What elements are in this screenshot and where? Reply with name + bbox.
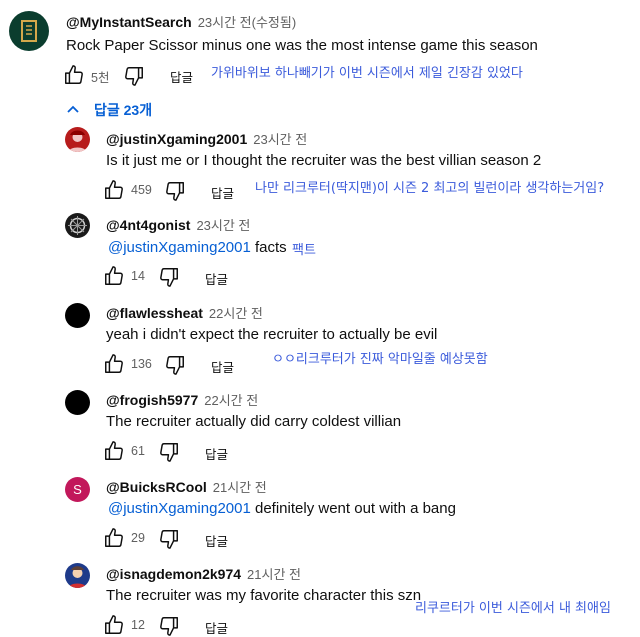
avatar[interactable] — [65, 303, 90, 328]
like-count: 61 — [131, 444, 145, 458]
like-button[interactable] — [103, 265, 125, 287]
avatar-image-icon — [68, 130, 87, 152]
avatar-image-icon — [68, 216, 87, 235]
translation-annotation: 가위바위보 하나빼기가 이번 시즌에서 제일 긴장감 있었다 — [211, 66, 523, 81]
dislike-button[interactable] — [158, 441, 180, 463]
reply-author[interactable]: @4nt4gonist — [106, 217, 190, 233]
like-count: 14 — [131, 269, 145, 283]
like-count: 29 — [131, 531, 145, 545]
reply-author[interactable]: @frogish5977 — [106, 392, 198, 408]
avatar[interactable] — [65, 213, 90, 238]
thumbs-up-icon — [105, 180, 123, 199]
dislike-button[interactable] — [158, 528, 180, 550]
channel-logo-icon — [21, 20, 37, 42]
reply-time[interactable]: 23시간 전 — [196, 218, 250, 233]
comment-header: @MyInstantSearch 23시간 전(수정됨) — [66, 12, 296, 32]
reply-author[interactable]: @BuicksRCool — [106, 479, 207, 495]
thumbs-up-icon — [105, 266, 123, 285]
reply-button[interactable]: 답글 — [211, 183, 234, 202]
reply-time[interactable]: 21시간 전 — [213, 480, 267, 495]
reply-text: yeah i didn't expect the recruiter to ac… — [106, 326, 438, 343]
dislike-button[interactable] — [158, 266, 180, 288]
reply-text-body: definitely went out with a bang — [255, 500, 456, 517]
like-count: 459 — [131, 183, 152, 197]
avatar[interactable]: S — [65, 477, 90, 502]
like-count: 5천 — [91, 71, 110, 85]
reply-author[interactable]: @justinXgaming2001 — [106, 131, 247, 147]
reply-text: Is it just me or I thought the recruiter… — [106, 152, 542, 169]
dislike-button[interactable] — [164, 354, 186, 376]
comment-text: Rock Paper Scissor minus one was the mos… — [66, 37, 538, 54]
replies-toggle[interactable]: 답글 23개 — [66, 100, 152, 120]
avatar[interactable] — [65, 127, 90, 152]
dislike-button[interactable] — [158, 615, 180, 637]
mention-link[interactable]: @justinXgaming2001 — [108, 500, 251, 517]
thumbs-down-icon — [160, 443, 178, 462]
thumbs-down-icon — [160, 268, 178, 287]
thumbs-down-icon — [125, 67, 143, 86]
thumbs-down-icon — [160, 617, 178, 636]
chevron-up-icon — [67, 105, 79, 113]
comment-author[interactable]: @MyInstantSearch — [66, 14, 192, 30]
translation-annotation: 팩트 — [292, 243, 316, 258]
reply-header: @BuicksRCool 21시간 전 — [106, 477, 267, 497]
reply-button[interactable]: 답글 — [205, 618, 228, 637]
reply-author[interactable]: @flawlessheat — [106, 305, 203, 321]
like-button[interactable] — [103, 527, 125, 549]
translation-annotation: ㅇㅇ리크루터가 진짜 악마일줄 예상못함 — [272, 352, 488, 367]
reply-text-body: facts — [255, 239, 287, 256]
reply-button[interactable]: 답글 — [211, 357, 234, 376]
avatar[interactable] — [9, 11, 49, 51]
dislike-button[interactable] — [164, 180, 186, 202]
thumbs-up-icon — [105, 441, 123, 460]
reply-header: @flawlessheat 22시간 전 — [106, 303, 263, 323]
like-button[interactable] — [103, 440, 125, 462]
like-button[interactable] — [103, 614, 125, 636]
reply-button[interactable]: 답글 — [170, 67, 193, 86]
dislike-button[interactable] — [123, 65, 145, 87]
like-count: 12 — [131, 618, 145, 632]
like-button[interactable] — [103, 353, 125, 375]
avatar-letter: S — [73, 482, 82, 497]
thumbs-up-icon — [105, 615, 123, 634]
thumbs-up-icon — [105, 354, 123, 373]
reply-author[interactable]: @isnagdemon2k974 — [106, 566, 241, 582]
like-count: 136 — [131, 357, 152, 371]
thumbs-up-icon — [65, 65, 83, 84]
reply-text: @justinXgaming2001 definitely went out w… — [108, 500, 456, 517]
replies-count-label: 답글 23개 — [94, 102, 153, 118]
reply-time[interactable]: 21시간 전 — [247, 567, 301, 582]
thumbs-down-icon — [166, 182, 184, 201]
thumbs-down-icon — [166, 356, 184, 375]
avatar-image-icon — [68, 566, 87, 588]
reply-header: @frogish5977 22시간 전 — [106, 390, 258, 410]
thumbs-down-icon — [160, 530, 178, 549]
avatar[interactable] — [65, 563, 90, 588]
reply-button[interactable]: 답글 — [205, 269, 228, 288]
reply-header: @justinXgaming2001 23시간 전 — [106, 129, 307, 149]
translation-annotation: 리쿠르터가 이번 시즌에서 내 최애임 — [415, 601, 611, 616]
reply-header: @4nt4gonist 23시간 전 — [106, 215, 250, 235]
thumbs-up-icon — [105, 528, 123, 547]
reply-text: The recruiter was my favorite character … — [106, 587, 422, 604]
reply-button[interactable]: 답글 — [205, 531, 228, 550]
like-button[interactable] — [103, 179, 125, 201]
reply-time[interactable]: 22시간 전 — [204, 393, 258, 408]
like-button[interactable] — [63, 64, 85, 86]
translation-annotation: 나만 리크루터(딱지맨)이 시즌 2 최고의 빌런이라 생각하는거임? — [255, 181, 605, 196]
mention-link[interactable]: @justinXgaming2001 — [108, 239, 251, 256]
reply-text: @justinXgaming2001 facts — [108, 239, 287, 256]
reply-header: @isnagdemon2k974 21시간 전 — [106, 564, 301, 584]
reply-text: The recruiter actually did carry coldest… — [106, 413, 402, 430]
reply-time[interactable]: 22시간 전 — [209, 306, 263, 321]
reply-button[interactable]: 답글 — [205, 444, 228, 463]
reply-time[interactable]: 23시간 전 — [253, 132, 307, 147]
avatar[interactable] — [65, 390, 90, 415]
comment-time[interactable]: 23시간 전(수정됨) — [198, 15, 297, 30]
